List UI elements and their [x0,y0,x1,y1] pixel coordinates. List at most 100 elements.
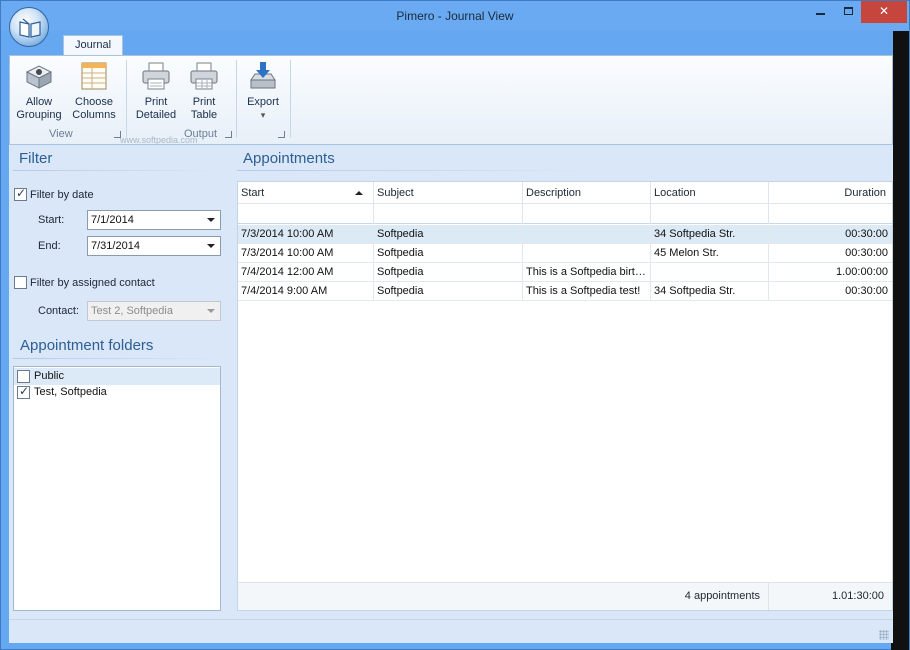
filter-by-date-label: Filter by date [30,189,94,201]
end-date-picker[interactable]: 7/31/2014 [87,236,221,256]
group-label-view: View [49,128,73,140]
filter-cell-duration[interactable] [769,204,892,224]
column-start-label: Start [241,187,265,199]
ribbon: Allow Grouping Choose Columns View Print… [9,55,893,145]
cell-location: 34 Softpedia Str. [651,225,769,244]
cell-start: 7/4/2014 12:00 AM [238,263,374,282]
cell-subject: Softpedia [374,225,523,244]
cell-duration: 00:30:00 [845,285,888,297]
printer-table-icon [188,60,220,92]
cell-location: 45 Melon Str. [651,244,769,263]
maximize-button[interactable] [835,1,861,23]
minimize-button[interactable] [807,1,833,23]
ribbon-separator [236,60,237,138]
sort-ascending-icon [355,191,363,195]
filter-by-contact-label: Filter by assigned contact [30,277,155,289]
folder-test-softpedia-label: Test, Softpedia [34,386,107,398]
filter-cell-subject[interactable] [374,204,523,224]
folder-item-public[interactable]: Public [14,368,220,385]
grid-filter-row [238,204,892,224]
appointments-panel: Appointments Start Subject Description L… [237,145,893,619]
table-row[interactable]: 7/3/2014 10:00 AM Softpedia 45 Melon Str… [238,244,892,263]
filter-by-contact-checkbox[interactable] [14,276,27,289]
chevron-down-icon [207,309,215,313]
cell-subject: Softpedia [374,263,523,282]
book-icon [19,18,41,38]
resize-grip-icon[interactable] [879,630,889,640]
table-row[interactable]: 7/3/2014 10:00 AM Softpedia 34 Softpedia… [238,225,892,244]
folder-public-checkbox[interactable] [17,370,30,383]
choose-columns-line2: Columns [72,109,116,121]
window-edge [891,31,909,650]
start-date-label: Start: [38,214,65,226]
print-detailed-line1: Print [144,96,168,108]
cell-description [523,244,651,263]
appointments-grid: Start Subject Description Location Durat… [237,181,893,611]
print-table-line2: Table [190,109,218,121]
column-header-start[interactable]: Start [238,182,374,204]
filter-cell-location[interactable] [651,204,769,224]
status-bar [9,619,893,643]
print-table-line1: Print [192,96,216,108]
cell-start: 7/3/2014 10:00 AM [238,225,374,244]
filter-cell-description[interactable] [523,204,651,224]
column-header-duration[interactable]: Duration [769,182,892,204]
chevron-down-icon [207,244,215,248]
cell-subject: Softpedia [374,282,523,301]
output-group-launcher-icon[interactable] [225,131,232,138]
grouping-icon [23,60,55,92]
column-header-location[interactable]: Location [651,182,769,204]
end-date-value: 7/31/2014 [91,240,140,252]
contact-label: Contact: [38,305,79,317]
grid-footer: 4 appointments 1.01:30:00 [238,582,892,610]
allow-grouping-button[interactable]: Allow Grouping [16,60,62,122]
ribbon-tab-bar: Journal [9,31,893,56]
columns-icon [78,60,110,92]
main-content: Filter Filter by date Start: 7/1/2014 En… [9,145,893,619]
table-row[interactable]: 7/4/2014 9:00 AM Softpedia This is a Sof… [238,282,892,301]
filter-cell-start[interactable] [238,204,374,224]
window-title: Pimero - Journal View [396,9,514,23]
allow-grouping-line1: Allow [25,96,53,108]
export-button[interactable]: Export ▾ [242,60,284,122]
folder-test-softpedia-checkbox[interactable] [17,384,30,399]
cell-location: 34 Softpedia Str. [651,282,769,301]
ribbon-separator [290,60,291,138]
cell-duration: 1.00:00:00 [836,266,888,278]
ribbon-separator [126,60,127,138]
start-date-value: 7/1/2014 [91,214,134,226]
cell-description: This is a Softpedia test! [523,282,651,301]
title-bar: Pimero - Journal View ✕ [1,1,909,31]
cell-description: This is a Softpedia birt… [523,263,651,282]
filter-title-rule [13,170,221,171]
appointments-title: Appointments [243,150,335,167]
appointment-folders-title: Appointment folders [20,337,154,354]
print-detailed-button[interactable]: Print Detailed [132,60,180,122]
app-window: Pimero - Journal View ✕ Journal Allow Gr… [0,0,910,650]
app-menu-button[interactable] [9,7,49,47]
minimize-icon [815,13,825,15]
chevron-down-icon [207,218,215,222]
column-header-subject[interactable]: Subject [374,182,523,204]
choose-columns-button[interactable]: Choose Columns [68,60,120,122]
contact-select[interactable]: Test 2, Softpedia [87,301,221,321]
table-row[interactable]: 7/4/2014 12:00 AM Softpedia This is a So… [238,263,892,282]
close-button[interactable]: ✕ [861,1,907,23]
print-table-button[interactable]: Print Table [182,60,226,122]
tab-journal[interactable]: Journal [63,35,123,56]
allow-grouping-line2: Grouping [16,109,62,121]
filter-title: Filter [19,150,53,167]
cell-duration: 00:30:00 [845,228,888,240]
cell-location [651,263,769,282]
start-date-picker[interactable]: 7/1/2014 [87,210,221,230]
cell-duration: 00:30:00 [845,247,888,259]
filter-by-date-checkbox[interactable] [14,186,27,201]
folder-item-test-softpedia[interactable]: Test, Softpedia [14,384,220,401]
end-date-label: End: [38,240,61,252]
cell-start: 7/4/2014 9:00 AM [238,282,374,301]
print-detailed-line2: Detailed [135,109,177,121]
export-group-launcher-icon[interactable] [278,131,285,138]
column-header-description[interactable]: Description [523,182,651,204]
export-label: Export [247,96,279,108]
panel-splitter[interactable] [225,145,235,619]
